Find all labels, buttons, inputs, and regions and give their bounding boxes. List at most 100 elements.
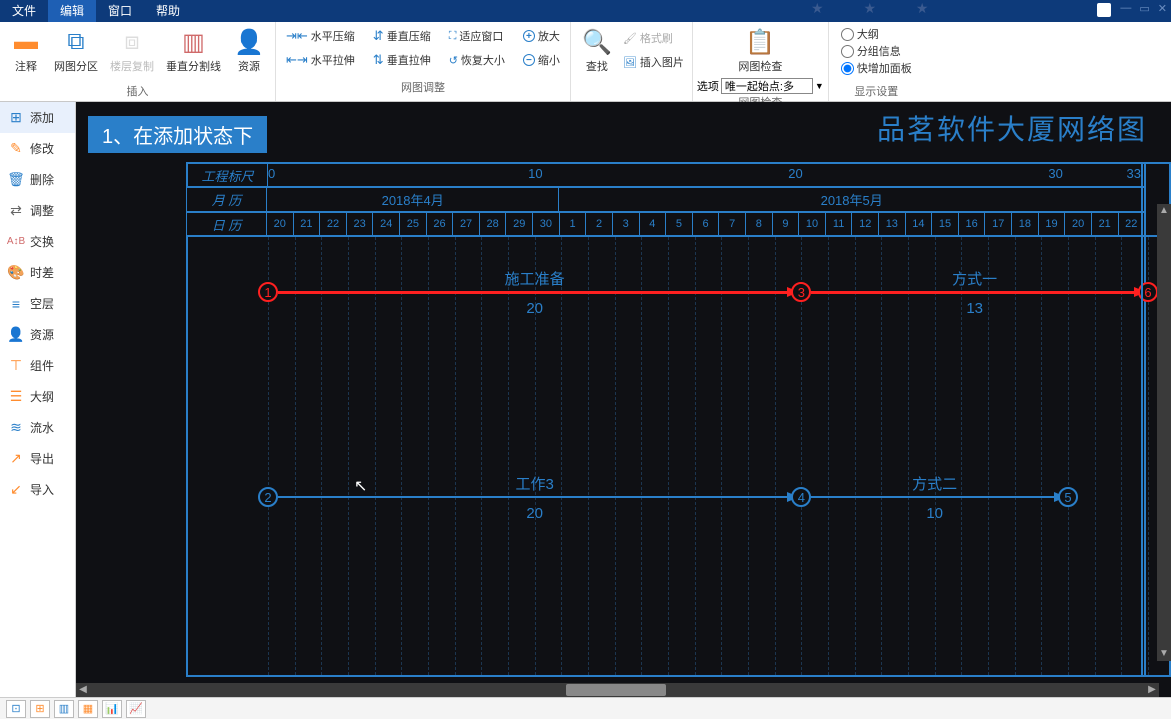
check-icon: 📋 — [744, 26, 776, 58]
sidebar-item-modify[interactable]: ✎修改 — [0, 133, 75, 164]
sidebar-item-swap[interactable]: A↕B交换 — [0, 226, 75, 257]
month-cell: 2018年4月 — [267, 188, 559, 211]
day-cell: 1 — [560, 213, 587, 235]
h-compress-button[interactable]: ⇥⇤水平压缩 — [282, 26, 359, 46]
radio-outline[interactable]: 大纲 — [841, 26, 912, 42]
zoom-in-button[interactable]: +放大 — [519, 26, 564, 46]
scroll-thumb[interactable] — [566, 684, 666, 696]
activity-name: 方式二 — [912, 473, 957, 494]
scrollbar-vertical[interactable]: ▲ ▼ — [1157, 204, 1171, 661]
sb-btn-5[interactable]: 📊 — [102, 700, 122, 718]
sidebar-item-timelag[interactable]: 🎨时差 — [0, 257, 75, 288]
watermark: 品茗软件大厦网络图 — [877, 108, 1147, 148]
day-cell: 18 — [1012, 213, 1039, 235]
v-stretch-button[interactable]: ⇅垂直拉伸 — [369, 50, 435, 70]
activity-name: 工作3 — [515, 473, 553, 494]
menu-file[interactable]: 文件 — [0, 0, 48, 22]
scroll-left-icon[interactable]: ◀ — [76, 683, 90, 697]
day-cell: 9 — [773, 213, 800, 235]
sb-btn-2[interactable]: ⊞ — [30, 700, 50, 718]
minimize-icon[interactable]: — — [1120, 2, 1131, 15]
resource-side-icon: 👤 — [8, 327, 24, 343]
node[interactable]: 4 — [791, 487, 811, 507]
radio-quick-add[interactable]: 快增加面板 — [841, 60, 912, 76]
insert-pic-button[interactable]: 🖼插入图片 — [619, 52, 688, 72]
view-group-label: 网图调整 — [282, 79, 564, 97]
node[interactable]: 2 — [258, 487, 278, 507]
canvas[interactable]: 1、在添加状态下 品茗软件大厦网络图 工程标尺 010203033 月 历 20… — [76, 102, 1171, 697]
node[interactable]: 1 — [258, 282, 278, 302]
scroll-up-icon[interactable]: ▲ — [1157, 204, 1171, 218]
vsplit-button[interactable]: ▥ 垂直分割线 — [160, 24, 227, 76]
activity-line[interactable] — [278, 496, 789, 498]
menu-help[interactable]: 帮助 — [144, 0, 192, 22]
day-cell: 8 — [746, 213, 773, 235]
day-cell: 7 — [719, 213, 746, 235]
option-select[interactable] — [721, 78, 813, 94]
sidebar-item-delete[interactable]: 🗑删除 — [0, 164, 75, 195]
grid-area[interactable]: 施工准备20方式一13工作320方式二10136245 — [186, 237, 1146, 677]
sidebar-item-flow[interactable]: ≋流水 — [0, 412, 75, 443]
day-cell: 20 — [1065, 213, 1092, 235]
menu-edit[interactable]: 编辑 — [48, 0, 96, 22]
menu-window[interactable]: 窗口 — [96, 0, 144, 22]
sidebar-item-outline[interactable]: ☰大纲 — [0, 381, 75, 412]
node[interactable]: 5 — [1058, 487, 1078, 507]
close-icon[interactable]: ✕ — [1158, 2, 1167, 15]
calculator-icon[interactable] — [1097, 3, 1111, 17]
day-label: 日 历 — [187, 213, 267, 235]
day-cell: 28 — [480, 213, 507, 235]
h-stretch-button[interactable]: ⇤⇥水平拉伸 — [282, 50, 359, 70]
scroll-down-icon[interactable]: ▼ — [1157, 647, 1171, 661]
restore-size-button[interactable]: ↺恢复大小 — [445, 50, 509, 70]
fit-window-icon: ⛶ — [449, 30, 457, 43]
month-row: 月 历 2018年4月2018年5月 — [186, 187, 1146, 212]
day-cell: 29 — [506, 213, 533, 235]
sidebar-item-import[interactable]: ↙导入 — [0, 474, 75, 505]
sb-btn-1[interactable]: ⊡ — [6, 700, 26, 718]
activity-line[interactable] — [811, 496, 1056, 498]
v-compress-button[interactable]: ⇵垂直压缩 — [369, 26, 435, 46]
day-cell: 19 — [1039, 213, 1066, 235]
dropdown-icon[interactable]: ▼ — [815, 81, 824, 91]
day-cell: 5 — [666, 213, 693, 235]
scrollbar-horizontal[interactable]: ◀ ▶ — [76, 683, 1159, 697]
check-button[interactable]: 📋 网图检查 — [732, 24, 788, 76]
sb-btn-4[interactable]: ▦ — [78, 700, 98, 718]
workspace: ⊞添加 ✎修改 🗑删除 ⇄调整 A↕B交换 🎨时差 ≡空层 👤资源 ⊤组件 ☰大… — [0, 102, 1171, 697]
annotate-button[interactable]: ▬ 注释 — [4, 24, 48, 76]
day-cell: 25 — [400, 213, 427, 235]
sb-btn-6[interactable]: 📈 — [126, 700, 146, 718]
sidebar-item-empty-layer[interactable]: ≡空层 — [0, 288, 75, 319]
resource-button[interactable]: 👤 资源 — [227, 24, 271, 76]
activity-line[interactable] — [811, 291, 1136, 294]
partition-button[interactable]: ⧉ 网图分区 — [48, 24, 104, 76]
radio-group-info[interactable]: 分组信息 — [841, 43, 912, 59]
zoom-out-button[interactable]: −缩小 — [519, 50, 564, 70]
fit-window-button[interactable]: ⛶适应窗口 — [445, 26, 509, 46]
h-compress-icon: ⇥⇤ — [286, 28, 308, 44]
floor-copy-button[interactable]: ⧈ 楼层复制 — [104, 24, 160, 76]
sidebar: ⊞添加 ✎修改 🗑删除 ⇄调整 A↕B交换 🎨时差 ≡空层 👤资源 ⊤组件 ☰大… — [0, 102, 76, 697]
day-cell: 15 — [932, 213, 959, 235]
decoration-stars: ★ ★ ★ — [811, 0, 1011, 22]
maximize-icon[interactable]: ▭ — [1139, 2, 1149, 15]
sidebar-item-resource[interactable]: 👤资源 — [0, 319, 75, 350]
node[interactable]: 3 — [791, 282, 811, 302]
day-cell: 6 — [693, 213, 720, 235]
find-button[interactable]: 🔍 查找 — [575, 24, 619, 76]
activity-line[interactable] — [278, 291, 789, 294]
sidebar-item-adjust[interactable]: ⇄调整 — [0, 195, 75, 226]
flow-icon: ≋ — [8, 420, 24, 436]
sidebar-item-export[interactable]: ↗导出 — [0, 443, 75, 474]
scroll-right-icon[interactable]: ▶ — [1145, 683, 1159, 697]
sidebar-item-add[interactable]: ⊞添加 — [0, 102, 75, 133]
day-cell: 11 — [826, 213, 853, 235]
format-painter-icon: 🖌 — [623, 32, 637, 45]
sb-btn-3[interactable]: ▥ — [54, 700, 74, 718]
day-cell: 21 — [1092, 213, 1119, 235]
day-cell: 26 — [427, 213, 454, 235]
statusbar: ⊡ ⊞ ▥ ▦ 📊 📈 — [0, 697, 1171, 719]
zoom-in-icon: + — [523, 30, 535, 42]
sidebar-item-component[interactable]: ⊤组件 — [0, 350, 75, 381]
